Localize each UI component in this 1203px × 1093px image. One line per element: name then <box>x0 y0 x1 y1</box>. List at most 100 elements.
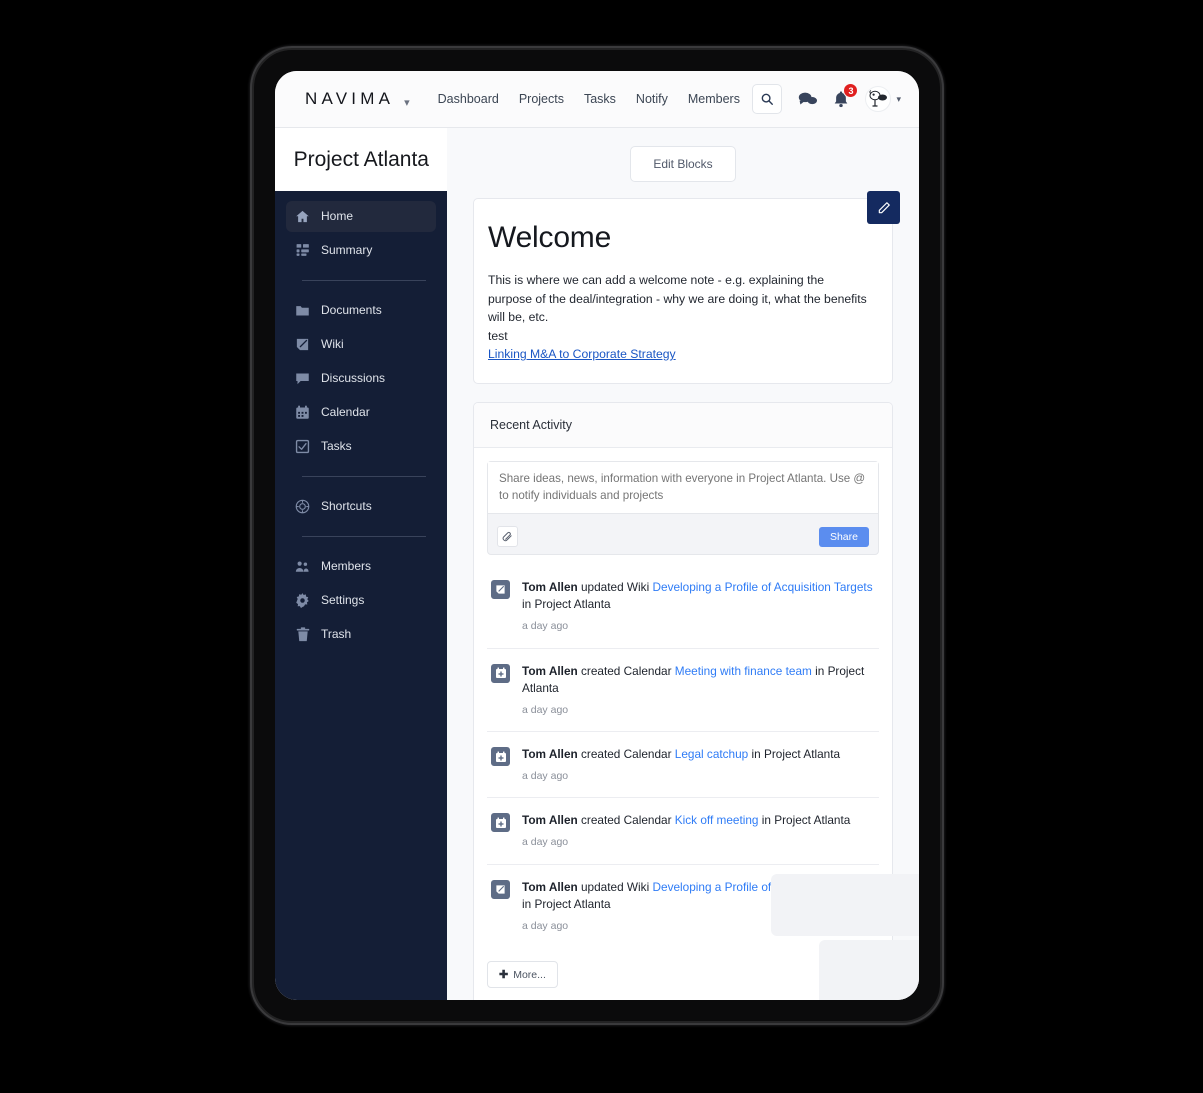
sidebar-item-home[interactable]: Home <box>286 200 436 232</box>
speech-bubble-icon <box>295 371 310 386</box>
paperclip-icon[interactable] <box>497 526 518 548</box>
activity-actor: Tom Allen <box>522 663 578 678</box>
activity-target-link[interactable]: Developing a Profile of Acquisition Targ… <box>652 880 872 894</box>
sidebar-item-label: Home <box>321 209 354 224</box>
sidebar-item-label: Documents <box>321 303 382 318</box>
notification-count-badge: 3 <box>843 83 859 98</box>
sidebar-divider <box>302 279 426 281</box>
calendar-plus-icon <box>491 813 510 833</box>
grid-icon <box>295 243 310 258</box>
sidebar-item-wiki[interactable]: Wiki <box>286 329 436 360</box>
avatar[interactable]: ▾ <box>865 86 901 112</box>
activity-timestamp: a day ago <box>522 620 569 633</box>
activity-verb: created Calendar <box>577 663 675 678</box>
list-item[interactable]: Tom Allen updated Wiki Developing a Prof… <box>487 565 879 649</box>
share-input[interactable] <box>488 462 878 515</box>
user-avatar-icon <box>865 86 892 112</box>
nav-action-icons: 3 ▾ <box>752 83 901 114</box>
tablet-screen: NAVIMA ▾ Dashboard Projects Tasks Notify… <box>275 71 919 1000</box>
sidebar-item-label: Calendar <box>321 405 370 420</box>
sidebar-item-documents[interactable]: Documents <box>286 295 436 326</box>
activity-target-link[interactable]: Legal catchup <box>675 747 748 761</box>
activity-suffix: in Project Atlanta <box>522 597 611 612</box>
list-item[interactable]: Tom Allen updated Wiki Developing a Prof… <box>487 865 879 947</box>
project-title-block: Project Atlanta <box>275 128 447 191</box>
nav-link-dashboard[interactable]: Dashboard <box>438 92 499 106</box>
sidebar-item-label: Settings <box>321 593 365 608</box>
sidebar-divider <box>302 535 426 537</box>
sidebar-item-settings[interactable]: Settings <box>286 585 436 616</box>
sidebar-item-label: Wiki <box>321 337 344 352</box>
welcome-card: Welcome This is where we can add a welco… <box>473 191 900 385</box>
recent-activity-header: Recent Activity <box>474 403 892 449</box>
search-icon[interactable] <box>752 84 783 114</box>
chevron-down-icon[interactable]: ▾ <box>404 98 410 109</box>
recent-activity-body: Share Tom Allen updated Wiki Developing … <box>474 448 892 1000</box>
nav-link-tasks[interactable]: Tasks <box>584 92 616 106</box>
wiki-edit-icon <box>491 580 510 600</box>
activity-timestamp: a day ago <box>522 836 569 849</box>
share-button[interactable]: Share <box>818 526 869 547</box>
activity-verb: updated Wiki <box>577 580 653 595</box>
list-item[interactable]: Tom Allen created Calendar Legal catchup… <box>487 732 879 799</box>
activity-target-link[interactable]: Meeting with finance team <box>675 664 812 678</box>
sidebar-item-discussions[interactable]: Discussions <box>286 363 436 394</box>
activity-text: Tom Allen created Calendar Legal catchup… <box>522 746 840 784</box>
composer-toolbar: Share <box>488 519 878 554</box>
edit-blocks-button[interactable]: Edit Blocks <box>630 146 736 182</box>
sidebar-item-label: Trash <box>321 627 352 642</box>
activity-verb: created Calendar <box>577 813 675 828</box>
nav-link-notify[interactable]: Notify <box>636 92 668 106</box>
sidebar-item-calendar[interactable]: Calendar <box>286 397 436 428</box>
calendar-icon <box>295 405 310 420</box>
home-icon <box>295 209 310 224</box>
sidebar-item-trash[interactable]: Trash <box>286 619 436 650</box>
chat-bubbles-icon[interactable] <box>798 91 818 107</box>
sidebar-divider <box>302 475 426 477</box>
recent-activity-title: Recent Activity <box>490 418 572 433</box>
bell-icon[interactable]: 3 <box>833 83 859 108</box>
welcome-link[interactable]: Linking M&A to Corporate Strategy <box>488 347 676 361</box>
sidebar-item-tasks[interactable]: Tasks <box>286 431 436 462</box>
pencil-square-icon <box>295 337 310 352</box>
gear-icon <box>295 592 310 608</box>
more-button[interactable]: ✚ More... <box>487 961 558 989</box>
wiki-edit-icon <box>491 879 510 899</box>
sidebar-item-label: Tasks <box>321 439 352 454</box>
list-item[interactable]: Tom Allen created Calendar Meeting with … <box>487 649 879 732</box>
tablet-device-frame: NAVIMA ▾ Dashboard Projects Tasks Notify… <box>252 48 942 1023</box>
activity-timestamp: a day ago <box>522 770 569 783</box>
sidebar-item-label: Shortcuts <box>321 499 372 514</box>
sidebar-nav: Home Summary Documents Wiki Discussions … <box>275 191 447 1000</box>
chevron-down-icon: ▾ <box>896 93 901 104</box>
activity-text: Tom Allen updated Wiki Developing a Prof… <box>522 879 875 934</box>
people-icon <box>295 559 310 574</box>
navima-logo[interactable]: NAVIMA <box>305 89 394 109</box>
pencil-icon[interactable] <box>867 191 900 224</box>
trash-icon <box>295 626 310 642</box>
folder-icon <box>295 303 310 318</box>
calendar-plus-icon <box>491 663 510 683</box>
plus-icon: ✚ <box>499 969 509 982</box>
list-item[interactable]: Tom Allen created Calendar Kick off meet… <box>487 798 879 865</box>
activity-target-link[interactable]: Kick off meeting <box>675 813 759 827</box>
activity-verb: created Calendar <box>577 747 675 761</box>
sidebar-item-members[interactable]: Members <box>286 551 436 582</box>
compass-icon <box>295 499 310 514</box>
activity-composer: Share <box>487 461 879 556</box>
sidebar-item-shortcuts[interactable]: Shortcuts <box>286 491 436 522</box>
sidebar-item-summary[interactable]: Summary <box>286 235 436 266</box>
activity-target-link[interactable]: Developing a Profile of Acquisition Targ… <box>652 580 872 594</box>
activity-actor: Tom Allen <box>522 580 578 595</box>
activity-suffix: in Project Atlanta <box>748 747 841 761</box>
main-content-area: Edit Blocks Welcome This is where we can… <box>447 128 919 1000</box>
sidebar-item-label: Discussions <box>321 371 386 386</box>
page-title: Project Atlanta <box>293 148 429 171</box>
app-body: Project Atlanta Home Summary Documents W… <box>275 128 919 1000</box>
recent-activity-card: Recent Activity Share ideas, news, infor… <box>473 402 893 1000</box>
activity-suffix: in Project Atlanta <box>758 813 851 828</box>
welcome-heading: Welcome <box>488 221 612 254</box>
nav-link-projects[interactable]: Projects <box>519 92 564 106</box>
project-sidebar: Project Atlanta Home Summary Documents W… <box>275 128 447 1000</box>
nav-link-members[interactable]: Members <box>688 92 740 106</box>
